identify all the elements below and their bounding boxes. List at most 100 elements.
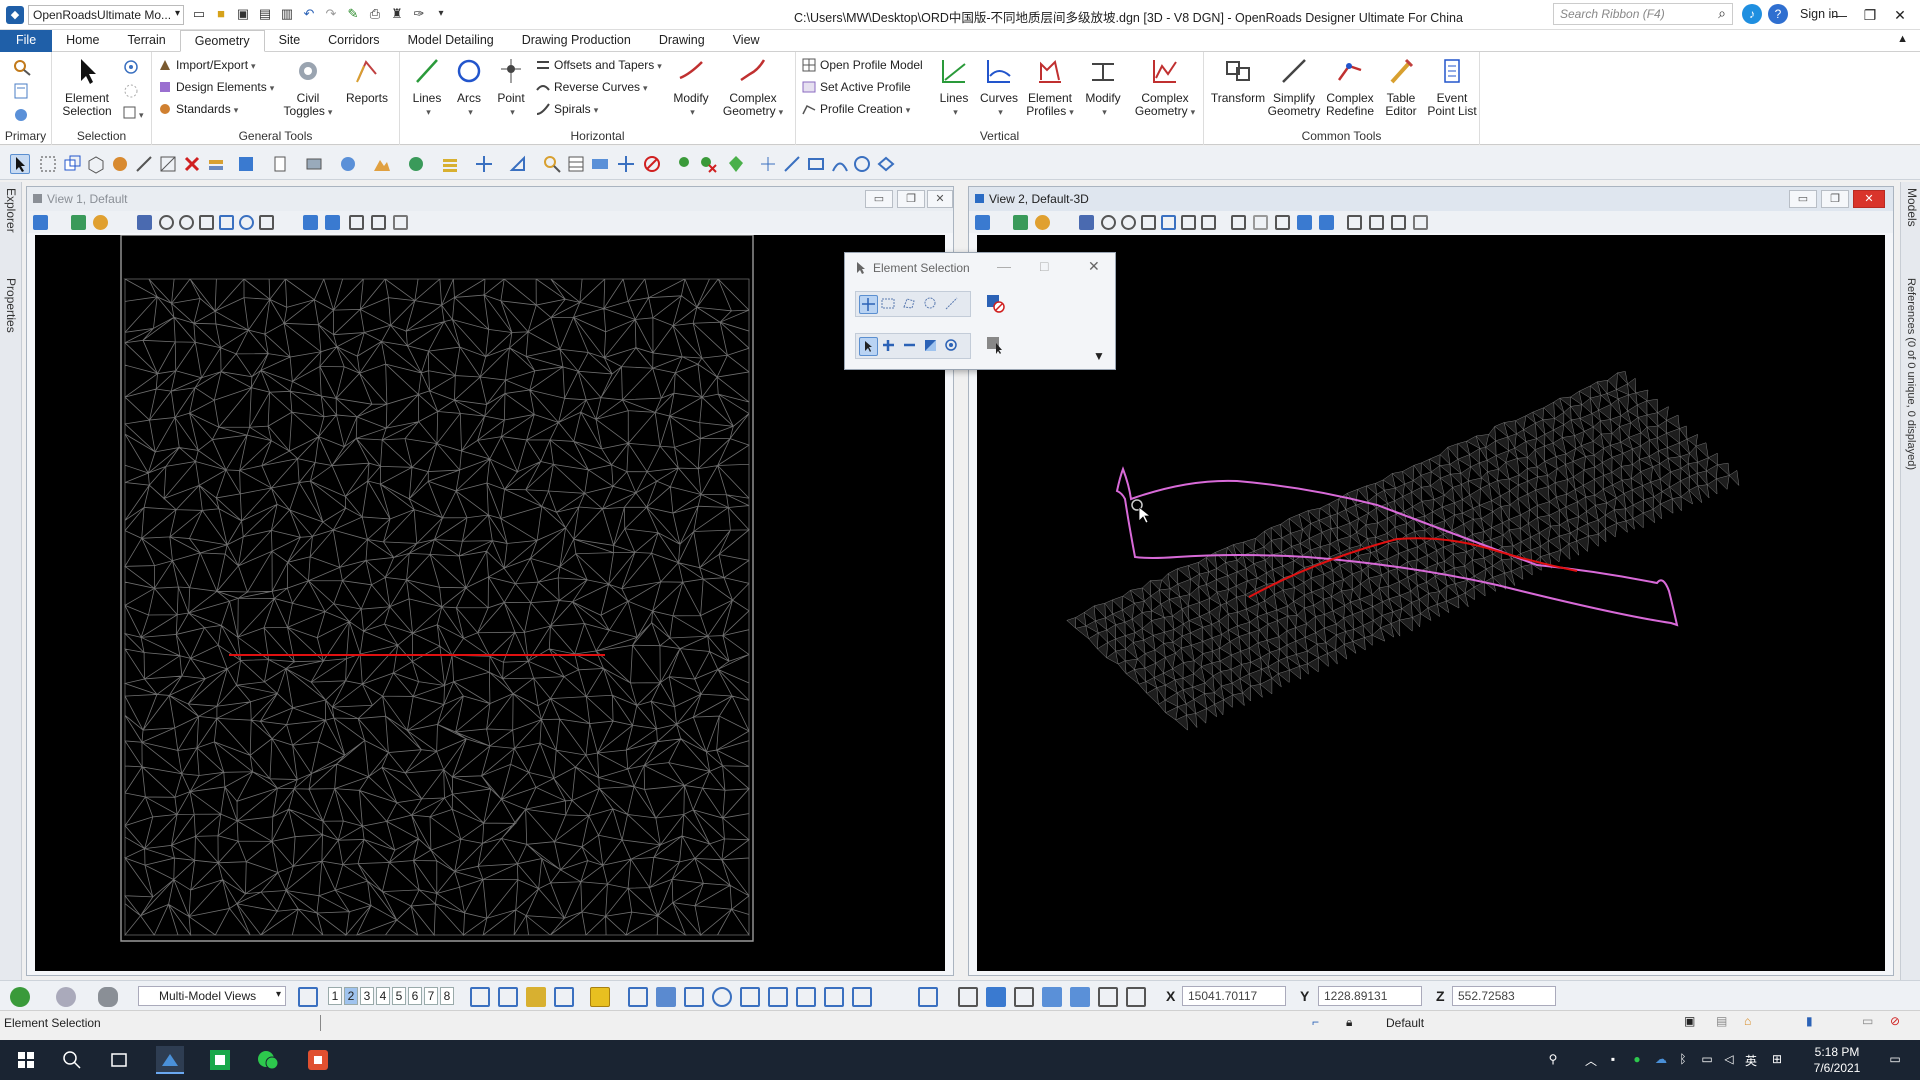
lighting-icon[interactable] [1035,215,1050,230]
view-attributes-icon[interactable] [33,215,48,230]
transform-button[interactable]: Transform [1208,56,1268,105]
select-by-attributes-icon[interactable] [122,82,140,100]
view-toggle-8[interactable]: 8 [440,987,454,1005]
tray-app-icon[interactable]: ▪ [1606,1052,1620,1066]
zoom-in-icon[interactable] [159,215,174,230]
change-view-perspective-icon[interactable] [1275,215,1290,230]
tab-drawing[interactable]: Drawing [645,30,719,52]
move-icon[interactable] [616,154,636,174]
snap-keypoint-icon[interactable] [470,987,490,1007]
view-toggle-1[interactable]: 1 [328,987,342,1005]
app-logo-icon[interactable]: ◆ [6,6,24,24]
snap-perpendicular-icon[interactable] [796,987,816,1007]
window-area-icon[interactable] [199,215,214,230]
task-view-icon[interactable] [106,1046,134,1074]
table-editor-button[interactable]: Table Editor [1376,56,1426,118]
tab-geometry[interactable]: Geometry [179,30,265,52]
display-style-icon[interactable] [304,154,324,174]
save-status-icon[interactable]: ▣ [1684,1014,1695,1028]
vertical-complex-geometry-button[interactable]: Complex Geometry ▾ [1130,56,1200,119]
horizontal-point-button[interactable]: Point ▾ [492,56,530,119]
view-toggle-2[interactable]: 2 [344,987,358,1005]
fence-icon[interactable] [38,154,58,174]
table-icon[interactable] [566,154,586,174]
window-area-icon[interactable] [1141,215,1156,230]
attributes-icon[interactable] [12,58,32,76]
fit-view-icon[interactable] [1161,215,1176,230]
view-previous-icon[interactable] [303,215,318,230]
find-icon[interactable] [542,154,562,174]
fit-all-views-icon[interactable] [918,987,938,1007]
back-icon[interactable] [10,987,30,1007]
tab-terrain[interactable]: Terrain [114,30,180,52]
level-icon[interactable] [206,154,226,174]
horizontal-lines-button[interactable]: Lines ▾ [408,56,446,119]
openroads-taskbar-icon[interactable] [156,1046,184,1074]
clip-mask-icon[interactable] [393,215,408,230]
view-next-icon[interactable] [1319,215,1334,230]
search-taskbar-icon[interactable] [58,1046,86,1074]
selection-mode-icon[interactable]: ▾ [122,104,148,122]
display-set-icon[interactable]: ▮ [1806,1014,1813,1028]
error-status-icon[interactable]: ⊘ [1890,1014,1900,1028]
snap-icon[interactable] [474,154,494,174]
view-1-titlebar[interactable]: View 1, Default [27,187,953,211]
civil-toggles-button[interactable]: Civil Toggles ▾ [282,56,334,119]
save-icon[interactable]: ▣ [234,5,252,23]
view-windows-icon[interactable] [298,987,318,1007]
new-file-icon[interactable]: ▭ [190,5,208,23]
accudraw-icon[interactable] [508,154,528,174]
recorder-taskbar-icon[interactable] [304,1046,332,1074]
reports-button[interactable]: Reports [342,56,392,105]
import-export-button[interactable]: Import/Export ▾ [158,56,256,74]
select-element-icon[interactable] [10,154,30,174]
offsets-and-tapers-button[interactable]: Offsets and Tapers ▾ [536,56,662,74]
view-toggle-3[interactable]: 3 [360,987,374,1005]
arc-tool-icon[interactable] [830,154,850,174]
rotate-view-icon[interactable] [239,215,254,230]
element-selection-pointer-icon[interactable] [985,335,1004,354]
terrain-icon[interactable] [110,154,130,174]
scale-icon[interactable] [158,154,178,174]
volume-tray-icon[interactable]: ◁ [1722,1052,1736,1066]
maximize-button[interactable]: ❐ [1858,4,1882,26]
save-settings-icon[interactable]: ▤ [256,5,274,23]
set-active-profile-button[interactable]: Set Active Profile [802,78,911,96]
dialog-minimize-button[interactable]: — [997,258,1011,274]
snap-through-point-icon[interactable] [824,987,844,1007]
pan-view-icon[interactable] [1201,215,1216,230]
view-group-select[interactable]: Multi-Model Views [138,986,286,1006]
active-level[interactable]: Default [1386,1016,1424,1030]
x-coordinate-field[interactable]: 15041.70117 [1182,986,1286,1006]
new-mode-icon[interactable] [859,337,878,356]
people-tray-icon[interactable]: ⚲ [1546,1052,1560,1066]
snap-multi-icon[interactable] [852,987,872,1007]
tab-view[interactable]: View [719,30,774,52]
zoom-out-icon[interactable] [179,215,194,230]
notifications-icon[interactable]: ▭ [1888,1052,1902,1066]
update-view-icon[interactable] [1079,215,1094,230]
info-icon[interactable] [590,154,610,174]
pan-view-icon[interactable] [259,215,274,230]
snap-intersection-icon[interactable] [590,987,610,1007]
profile-creation-button[interactable]: Profile Creation ▾ [802,100,910,118]
saved-views-icon[interactable] [270,154,290,174]
select-all-mode-icon[interactable] [943,337,962,356]
walk-icon[interactable] [1231,215,1246,230]
view-toggle-7[interactable]: 7 [424,987,438,1005]
network-tray-icon[interactable]: ▭ [1700,1052,1714,1066]
customize-qat-icon[interactable]: ▾ [432,5,450,23]
clear-icon[interactable] [642,154,662,174]
snap-tangent-icon[interactable] [684,987,704,1007]
open-profile-model-button[interactable]: Open Profile Model [802,56,923,74]
design-elements-button[interactable]: Design Elements ▾ [158,78,274,96]
tab-site[interactable]: Site [265,30,315,52]
measure-icon[interactable] [134,154,154,174]
dialog-expand-icon[interactable]: ▼ [1093,349,1105,363]
text-display-icon[interactable] [1070,987,1090,1007]
circle-method-icon[interactable] [922,295,941,314]
cloud-tray-icon[interactable]: ☁ [1654,1052,1668,1066]
tab-file[interactable]: File [0,30,53,52]
standards-button[interactable]: Standards ▾ [158,100,238,118]
model-3d-icon[interactable] [86,154,106,174]
